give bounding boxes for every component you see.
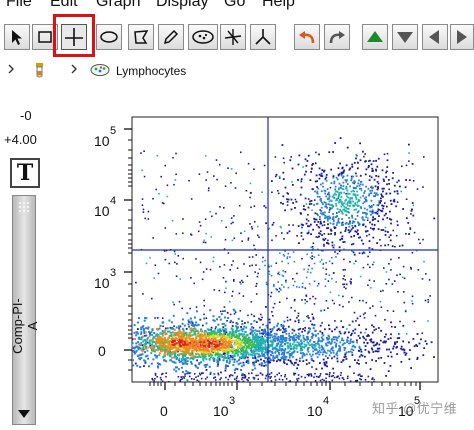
svg-text:3: 3 (110, 267, 116, 279)
x-axis-label-10e4: 10 4 (307, 395, 329, 419)
svg-text:10: 10 (94, 203, 110, 219)
x-axis-label-0: 0 (160, 403, 168, 419)
x-axis-ticks (149, 382, 421, 390)
svg-text:0: 0 (98, 343, 106, 359)
watermark: 知乎 @优宁维 (372, 401, 458, 416)
y-axis-ticks (124, 128, 132, 371)
svg-text:4: 4 (323, 395, 329, 407)
dot-plot[interactable]: 10 5 10 4 10 3 0 0 10 3 10 4 10 5 (0, 0, 474, 430)
y-axis-label-0: 0 (98, 343, 106, 359)
svg-text:4: 4 (110, 195, 116, 207)
y-axis-label-10e4: 10 4 (94, 195, 116, 219)
svg-text:10: 10 (94, 133, 110, 149)
svg-text:10: 10 (307, 403, 323, 419)
y-axis-label-10e5: 10 5 (94, 125, 116, 149)
x-axis-label-10e3: 10 3 (213, 395, 235, 419)
svg-text:10: 10 (213, 403, 229, 419)
svg-text:10: 10 (94, 275, 110, 291)
y-axis-label-10e3: 10 3 (94, 267, 116, 291)
svg-text:5: 5 (110, 125, 116, 137)
svg-text:0: 0 (160, 403, 168, 419)
svg-text:3: 3 (229, 395, 235, 407)
